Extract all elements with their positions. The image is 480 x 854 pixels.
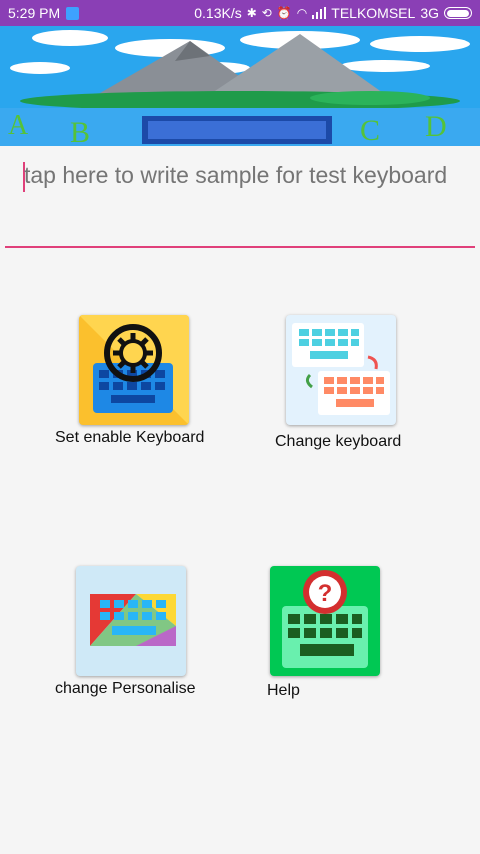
help-keyboard-icon: ? (270, 566, 380, 676)
alarm-icon: ⏰ (276, 6, 292, 20)
battery-icon (444, 7, 472, 19)
change-personalise-tile[interactable]: change Personalise (50, 566, 240, 706)
carrier-name: TELKOMSEL (331, 5, 416, 21)
change-keyboard-label: Change keyboard (275, 433, 402, 450)
banner-letter-c: C (360, 114, 381, 146)
input-underline (5, 246, 475, 248)
change-personalise-label: change Personalise (55, 680, 196, 697)
svg-text:?: ? (318, 580, 333, 607)
status-time: 5:29 PM (8, 5, 61, 21)
switch-keyboard-icon (286, 315, 396, 425)
banner-letter-b: B (70, 116, 91, 146)
banner-letter-a: A (8, 110, 29, 141)
banner-letter-d: D (425, 110, 447, 143)
set-enable-keyboard-tile[interactable]: Set enable Keyboard (50, 315, 240, 455)
notification-icon (66, 6, 80, 20)
test-input-area (0, 150, 480, 250)
status-bar: 5:29 PM 0.13K/s ✱ ⟲ ⏰ ◠ TELKOMSEL 3G (0, 0, 480, 26)
set-enable-keyboard-label: Set enable Keyboard (55, 429, 205, 446)
banner-image: A B C D (0, 26, 480, 146)
test-keyboard-input[interactable] (24, 162, 480, 189)
network-speed: 0.13K/s (194, 5, 242, 21)
signal-icon (312, 7, 327, 19)
help-label: Help (267, 682, 300, 699)
bluetooth-icon: ✱ (246, 6, 257, 20)
change-keyboard-tile[interactable]: Change keyboard (270, 315, 420, 455)
wifi-icon: ◠ (296, 6, 308, 20)
colorful-keyboard-icon (76, 566, 186, 676)
help-tile[interactable]: ? Help (265, 566, 395, 706)
gear-keyboard-icon (79, 315, 189, 425)
network-type: 3G (420, 5, 439, 21)
rotate-icon: ⟲ (261, 6, 272, 20)
